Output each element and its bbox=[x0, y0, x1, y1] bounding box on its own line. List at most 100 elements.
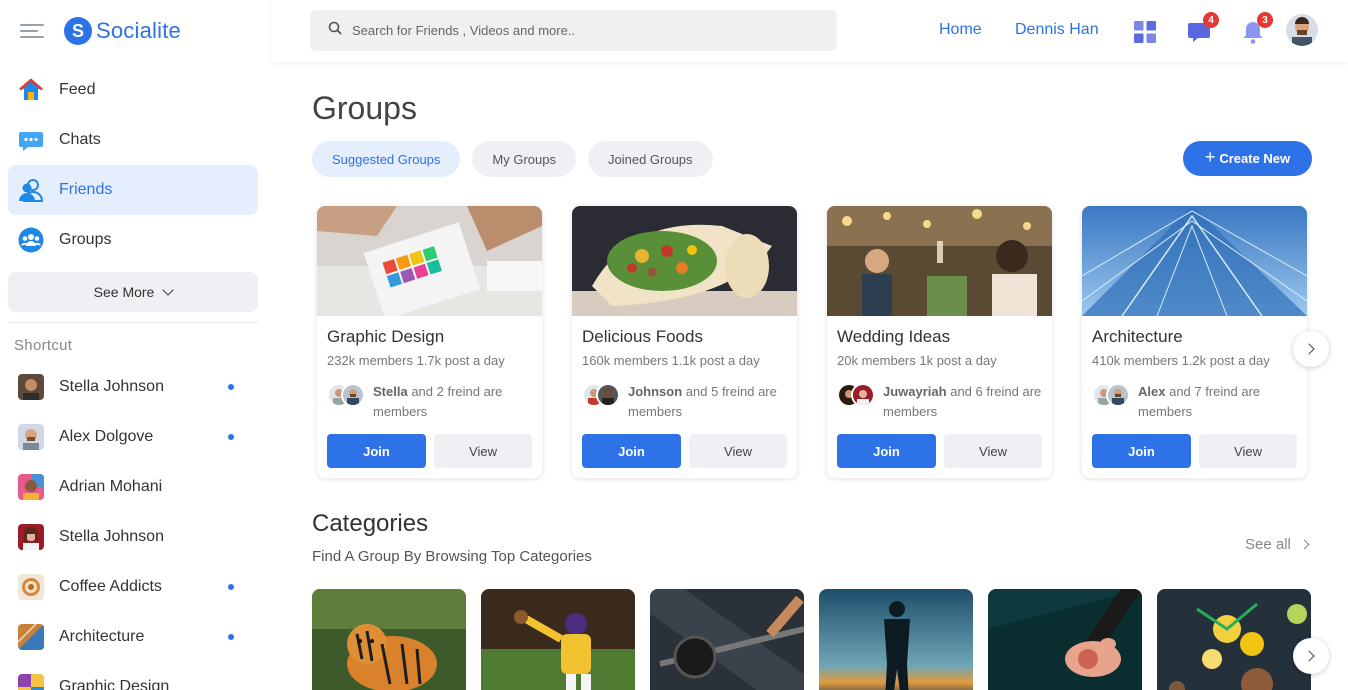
group-friends: Stella and 2 freind are members bbox=[327, 383, 537, 422]
group-image[interactable] bbox=[572, 206, 797, 316]
category-tile[interactable] bbox=[988, 589, 1142, 690]
category-list bbox=[312, 589, 1326, 690]
sidebar-item-label: Feed bbox=[59, 81, 96, 98]
group-card: Graphic Design 232k members 1.7k post a … bbox=[317, 206, 542, 478]
category-tile[interactable] bbox=[819, 589, 973, 690]
user-avatar[interactable] bbox=[1286, 14, 1318, 46]
chat-icon bbox=[18, 127, 44, 153]
group-actions: Join View bbox=[582, 434, 787, 468]
group-title[interactable]: Wedding Ideas bbox=[837, 327, 950, 347]
create-new-label: Create New bbox=[1219, 151, 1291, 166]
friend-avatar bbox=[341, 383, 365, 407]
app: S Socialite Feed Chats Friends Groups Se… bbox=[0, 0, 1348, 690]
shortcut-label: Alex Dolgove bbox=[59, 428, 154, 445]
tab-suggested-groups[interactable]: Suggested Groups bbox=[312, 141, 461, 177]
shortcut-item[interactable]: Coffee Addicts bbox=[18, 562, 258, 612]
friend-avatar bbox=[1106, 383, 1130, 407]
group-actions: Join View bbox=[837, 434, 1042, 468]
category-tile[interactable] bbox=[312, 589, 466, 690]
group-friends: Juwayriah and 6 freind are members bbox=[837, 383, 1047, 422]
category-tile[interactable] bbox=[481, 589, 635, 690]
group-friends: Alex and 7 freind are members bbox=[1092, 383, 1302, 422]
shortcut-heading: Shortcut bbox=[14, 337, 73, 354]
shortcut-item[interactable]: Stella Johnson bbox=[18, 362, 258, 412]
join-button[interactable]: Join bbox=[837, 434, 936, 468]
sidebar-item-feed[interactable]: Feed bbox=[8, 65, 258, 115]
next-categories-button[interactable] bbox=[1293, 638, 1329, 674]
see-more-label: See More bbox=[93, 284, 155, 300]
group-card: Wedding Ideas 20k members 1k post a day … bbox=[827, 206, 1052, 478]
home-link[interactable]: Home bbox=[939, 21, 982, 39]
group-tabs: Suggested Groups My Groups Joined Groups bbox=[312, 141, 725, 177]
logo-icon[interactable]: S bbox=[64, 17, 92, 45]
friend-name: Alex bbox=[1138, 384, 1166, 399]
tab-my-groups[interactable]: My Groups bbox=[472, 141, 576, 177]
chevron-right-icon bbox=[1303, 650, 1315, 662]
chevron-right-icon bbox=[1299, 539, 1310, 550]
view-button[interactable]: View bbox=[944, 434, 1042, 468]
group-title[interactable]: Delicious Foods bbox=[582, 327, 703, 347]
create-new-button[interactable]: + Create New bbox=[1183, 141, 1312, 176]
menu-icon[interactable] bbox=[20, 22, 44, 40]
avatar bbox=[18, 524, 44, 550]
group-title[interactable]: Graphic Design bbox=[327, 327, 444, 347]
friends-text: Stella and 2 freind are members bbox=[373, 382, 537, 422]
friends-text: Johnson and 5 freind are members bbox=[628, 382, 792, 422]
group-card: Architecture 410k members 1.2k post a da… bbox=[1082, 206, 1307, 478]
sidebar-item-groups[interactable]: Groups bbox=[8, 215, 258, 265]
notification-badge: 3 bbox=[1257, 12, 1273, 28]
shortcut-item[interactable]: Adrian Mohani bbox=[18, 462, 258, 512]
next-groups-button[interactable] bbox=[1293, 331, 1329, 367]
view-button[interactable]: View bbox=[1199, 434, 1297, 468]
group-image[interactable] bbox=[317, 206, 542, 320]
sidebar-item-label: Groups bbox=[59, 231, 112, 248]
profile-name-link[interactable]: Dennis Han bbox=[1015, 21, 1099, 39]
online-dot bbox=[228, 434, 234, 440]
search-icon bbox=[328, 21, 342, 40]
tab-joined-groups[interactable]: Joined Groups bbox=[587, 141, 713, 177]
groups-icon bbox=[18, 227, 44, 253]
group-cards: Graphic Design 232k members 1.7k post a … bbox=[317, 206, 1337, 478]
shortcut-label: Graphic Design bbox=[59, 678, 170, 690]
group-title[interactable]: Architecture bbox=[1092, 327, 1183, 347]
friends-text: Juwayriah and 6 freind are members bbox=[883, 382, 1047, 422]
friend-name: Juwayriah bbox=[883, 384, 947, 399]
group-actions: Join View bbox=[1092, 434, 1297, 468]
friend-name: Stella bbox=[373, 384, 408, 399]
sidebar-nav: Feed Chats Friends Groups bbox=[8, 65, 258, 265]
join-button[interactable]: Join bbox=[582, 434, 681, 468]
sidebar-item-chats[interactable]: Chats bbox=[8, 115, 258, 165]
join-button[interactable]: Join bbox=[1092, 434, 1191, 468]
category-tile[interactable] bbox=[650, 589, 804, 690]
view-button[interactable]: View bbox=[689, 434, 787, 468]
group-image[interactable] bbox=[1082, 206, 1307, 317]
apps-grid-icon[interactable] bbox=[1133, 20, 1157, 44]
search-input[interactable] bbox=[352, 23, 812, 38]
join-button[interactable]: Join bbox=[327, 434, 426, 468]
online-dot bbox=[228, 634, 234, 640]
home-icon bbox=[18, 77, 44, 103]
brand: S Socialite bbox=[20, 16, 181, 46]
group-actions: Join View bbox=[327, 434, 532, 468]
view-button[interactable]: View bbox=[434, 434, 532, 468]
shortcut-item[interactable]: Alex Dolgove bbox=[18, 412, 258, 462]
search-bar[interactable] bbox=[310, 10, 837, 51]
sidebar-item-label: Chats bbox=[59, 131, 101, 148]
shortcut-label: Stella Johnson bbox=[59, 528, 164, 545]
friend-avatar bbox=[851, 383, 875, 407]
shortcut-item[interactable]: Stella Johnson bbox=[18, 512, 258, 562]
group-stats: 232k members 1.7k post a day bbox=[327, 353, 505, 368]
logo-text[interactable]: Socialite bbox=[96, 18, 181, 44]
sidebar-item-friends[interactable]: Friends bbox=[8, 165, 258, 215]
category-tile[interactable] bbox=[1157, 589, 1311, 690]
page-title: Groups bbox=[312, 90, 417, 126]
group-image[interactable] bbox=[827, 206, 1052, 316]
see-all-link[interactable]: See all bbox=[1245, 536, 1310, 553]
shortcut-item[interactable]: Architecture bbox=[18, 612, 258, 662]
chevron-right-icon bbox=[1303, 343, 1315, 355]
see-more-button[interactable]: See More bbox=[8, 272, 258, 312]
shortcut-list: Stella Johnson Alex Dolgove Adrian Mohan… bbox=[18, 362, 258, 690]
shortcut-item[interactable]: Graphic Design bbox=[18, 662, 258, 690]
bell-icon[interactable]: 3 bbox=[1241, 12, 1273, 44]
message-icon[interactable]: 4 bbox=[1187, 12, 1219, 44]
